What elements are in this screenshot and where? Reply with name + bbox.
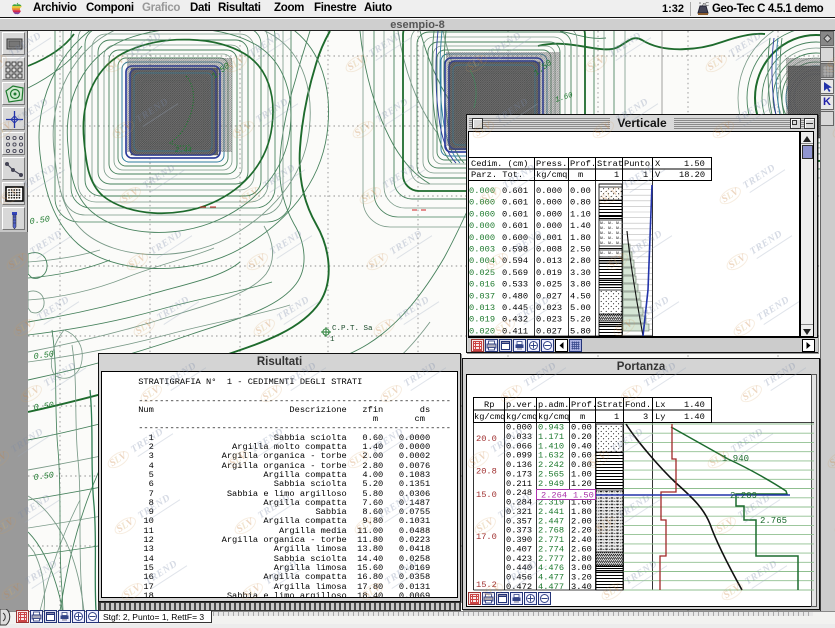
svg-text:0.569: 0.569 xyxy=(502,268,528,278)
svg-text:0.000: 0.000 xyxy=(469,186,495,196)
svg-text:kg/cmq: kg/cmq xyxy=(538,412,569,422)
svg-text:Strat: Strat xyxy=(597,159,623,169)
svg-text:1.50: 1.50 xyxy=(573,491,594,501)
svg-text:0.601: 0.601 xyxy=(502,209,528,219)
svg-text:Lx: Lx xyxy=(655,400,665,410)
svg-text:4.477: 4.477 xyxy=(538,582,564,592)
svg-text:C.P.T. Sa: C.P.T. Sa xyxy=(332,325,373,333)
svg-text:Press.: Press. xyxy=(536,159,567,169)
svg-text:0.601: 0.601 xyxy=(502,186,528,196)
svg-text:1.80: 1.80 xyxy=(570,233,591,243)
svg-text:0.027: 0.027 xyxy=(536,326,562,336)
svg-text:20.8: 20.8 xyxy=(476,467,497,477)
svg-text:2.264: 2.264 xyxy=(541,491,567,501)
svg-text:0.480: 0.480 xyxy=(502,291,528,301)
svg-text:0.80: 0.80 xyxy=(570,198,591,208)
svg-text:0.432: 0.432 xyxy=(502,315,528,325)
svg-text:0.000: 0.000 xyxy=(469,233,495,243)
svg-text:0.000: 0.000 xyxy=(536,198,562,208)
svg-text:1.10: 1.10 xyxy=(570,209,591,219)
svg-text:3.80: 3.80 xyxy=(570,280,591,290)
svg-text:0.019: 0.019 xyxy=(469,315,495,325)
svg-text:0.008: 0.008 xyxy=(536,245,562,255)
svg-text:0.025: 0.025 xyxy=(536,280,562,290)
svg-text:0.027: 0.027 xyxy=(536,291,562,301)
svg-text:0.001: 0.001 xyxy=(536,233,562,243)
svg-text:Cedim. (cm): Cedim. (cm) xyxy=(471,159,528,169)
svg-text:3.30: 3.30 xyxy=(570,268,591,278)
svg-text:20.0: 20.0 xyxy=(476,434,497,444)
svg-text:Ly: Ly xyxy=(655,412,665,422)
svg-text:1.40: 1.40 xyxy=(684,400,705,410)
svg-text:0.601: 0.601 xyxy=(502,221,528,231)
svg-text:Rp: Rp xyxy=(484,400,494,410)
svg-text:0.000: 0.000 xyxy=(536,221,562,231)
svg-text:15.0: 15.0 xyxy=(476,490,497,500)
svg-text:Parz. Tot.: Parz. Tot. xyxy=(471,170,523,180)
svg-text:0.004: 0.004 xyxy=(469,256,495,266)
svg-text:kg/cmq: kg/cmq xyxy=(506,412,537,422)
svg-text:3: 3 xyxy=(643,412,648,422)
svg-text:0.013: 0.013 xyxy=(469,303,495,313)
svg-text:0.411: 0.411 xyxy=(502,326,528,336)
svg-text:0.000: 0.000 xyxy=(469,209,495,219)
svg-text:1: 1 xyxy=(614,170,619,180)
svg-text:0.533: 0.533 xyxy=(502,280,528,290)
svg-text:0.037: 0.037 xyxy=(469,291,495,301)
svg-text:1: 1 xyxy=(614,412,619,422)
svg-text:1.40: 1.40 xyxy=(570,221,591,231)
svg-text:5.00: 5.00 xyxy=(570,303,591,313)
svg-text:4.50: 4.50 xyxy=(570,291,591,301)
svg-text:0.600: 0.600 xyxy=(502,233,528,243)
svg-text:0.000: 0.000 xyxy=(469,198,495,208)
svg-text:17.0: 17.0 xyxy=(476,532,497,542)
svg-text:2.80: 2.80 xyxy=(570,256,591,266)
svg-text:18.20: 18.20 xyxy=(679,170,705,180)
svg-text:0.445: 0.445 xyxy=(502,303,528,313)
svg-text:kg/cmq: kg/cmq xyxy=(474,412,505,422)
svg-text:0.472: 0.472 xyxy=(506,582,532,592)
svg-text:2.44: 2.44 xyxy=(175,147,192,155)
svg-text:0.023: 0.023 xyxy=(536,315,562,325)
svg-text:°↗C: °↗C xyxy=(699,2,709,8)
svg-text:m: m xyxy=(578,170,583,180)
svg-text:1.40: 1.40 xyxy=(684,412,705,422)
svg-text:5.20: 5.20 xyxy=(570,315,591,325)
svg-text:0.003: 0.003 xyxy=(469,245,495,255)
svg-text:0.594: 0.594 xyxy=(502,256,528,266)
svg-text:X: X xyxy=(655,159,661,169)
svg-text:0.598: 0.598 xyxy=(502,245,528,255)
svg-text:0.025: 0.025 xyxy=(469,268,495,278)
svg-text:Prof.: Prof. xyxy=(570,159,596,169)
svg-text:kg/cmq: kg/cmq xyxy=(536,170,567,180)
svg-text:2.50: 2.50 xyxy=(570,245,591,255)
svg-text:0.020: 0.020 xyxy=(469,326,495,336)
svg-text:0.016: 0.016 xyxy=(469,280,495,290)
svg-text:0.000: 0.000 xyxy=(469,221,495,231)
svg-text:5.80: 5.80 xyxy=(570,326,591,336)
svg-text:0.00: 0.00 xyxy=(570,186,591,196)
svg-text:3.40: 3.40 xyxy=(571,582,592,592)
svg-text:2.209: 2.209 xyxy=(730,491,757,501)
svg-text:0.000: 0.000 xyxy=(536,209,562,219)
svg-text:1.50: 1.50 xyxy=(684,159,705,169)
svg-text:0.601: 0.601 xyxy=(502,198,528,208)
svg-text:1: 1 xyxy=(330,336,335,344)
svg-text:Prof.: Prof. xyxy=(571,400,597,410)
svg-text:Punto: Punto xyxy=(624,159,650,169)
svg-text:Fond.: Fond. xyxy=(625,400,651,410)
svg-text:2.765: 2.765 xyxy=(760,516,787,526)
svg-text:p.adm.: p.adm. xyxy=(538,400,569,410)
svg-text:0.023: 0.023 xyxy=(536,303,562,313)
svg-text:Strat: Strat xyxy=(597,400,623,410)
svg-text:V: V xyxy=(655,170,661,180)
svg-text:15.2: 15.2 xyxy=(476,580,497,590)
svg-text:0.013: 0.013 xyxy=(536,256,562,266)
svg-text:1.940: 1.940 xyxy=(722,454,749,464)
svg-text:1: 1 xyxy=(643,170,648,180)
svg-text:0.000: 0.000 xyxy=(536,186,562,196)
svg-text:0.019: 0.019 xyxy=(536,268,562,278)
svg-text:m: m xyxy=(580,412,585,422)
svg-text:p.ver.: p.ver. xyxy=(506,400,537,410)
